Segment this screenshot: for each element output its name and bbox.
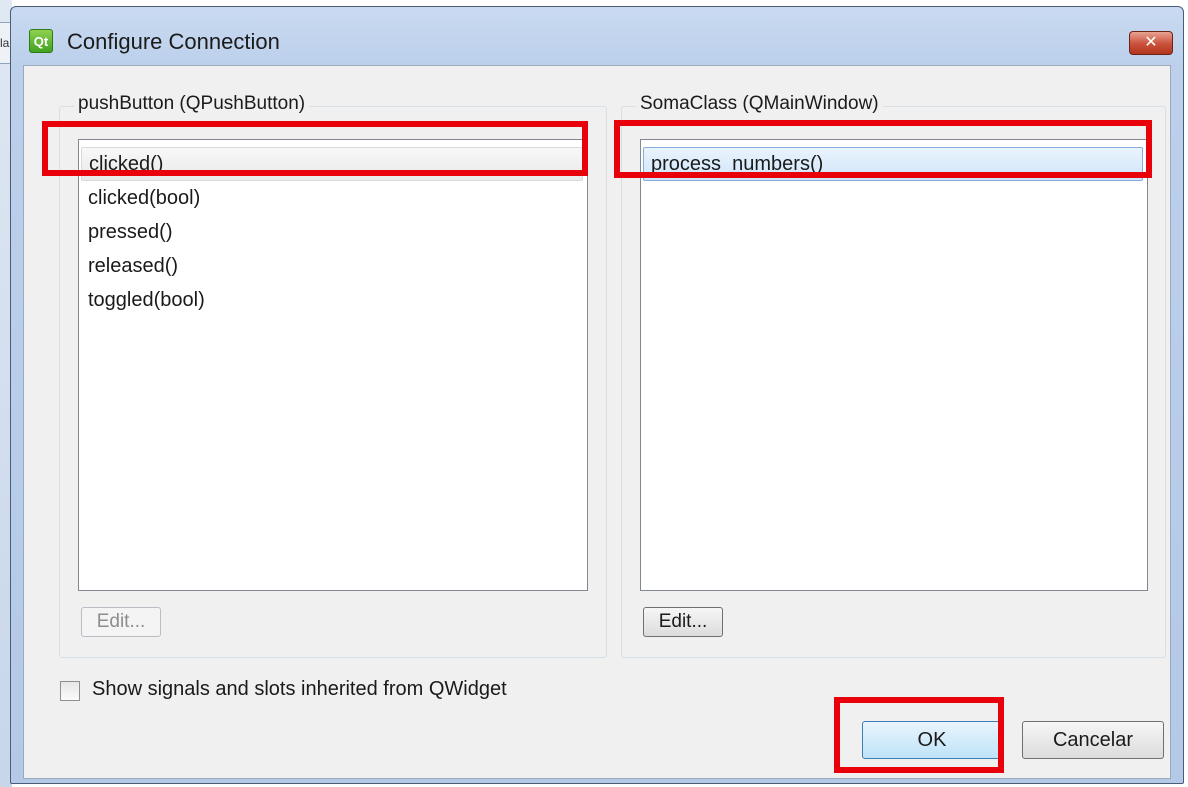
inherit-checkbox[interactable] (60, 681, 80, 701)
highlight-box-ok (834, 697, 1004, 773)
inherit-checkbox-label[interactable]: Show signals and slots inherited from QW… (92, 678, 507, 701)
close-button[interactable]: ✕ (1129, 31, 1173, 55)
signal-item-released[interactable]: released() (81, 249, 587, 283)
dialog-title: Configure Connection (67, 29, 280, 54)
slot-group-label: SomaClass (QMainWindow) (636, 93, 883, 115)
highlight-box-signal (42, 121, 588, 176)
edit-signals-button[interactable]: Edit... (81, 607, 161, 637)
signal-group: pushButton (QPushButton) clicked() click… (59, 93, 607, 658)
highlight-box-slot (614, 120, 1152, 178)
signal-item-toggled-bool[interactable]: toggled(bool) (81, 283, 587, 317)
edit-slots-button[interactable]: Edit... (643, 607, 723, 637)
close-icon: ✕ (1144, 34, 1158, 51)
title-bar[interactable]: Qt Configure Connection ✕ (11, 7, 1183, 69)
signal-group-label: pushButton (QPushButton) (74, 93, 310, 115)
signal-item-pressed[interactable]: pressed() (81, 215, 587, 249)
slot-list[interactable]: process_numbers() (640, 139, 1148, 591)
qt-designer-icon: Qt (29, 29, 53, 53)
signal-item-clicked-bool[interactable]: clicked(bool) (81, 181, 587, 215)
signal-list[interactable]: clicked() clicked(bool) pressed() releas… (78, 139, 588, 591)
cancel-button[interactable]: Cancelar (1022, 721, 1164, 759)
slot-group: SomaClass (QMainWindow) process_numbers(… (621, 93, 1166, 658)
